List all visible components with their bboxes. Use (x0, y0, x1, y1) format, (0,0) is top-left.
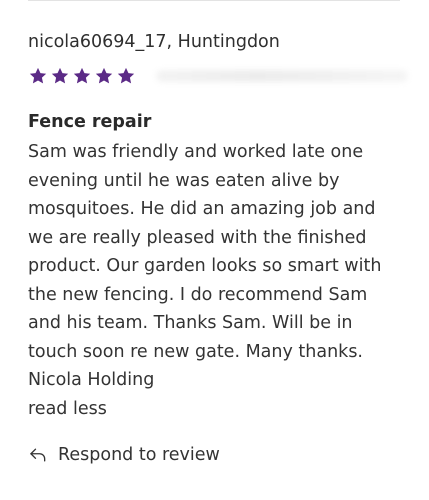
top-divider (28, 0, 400, 1)
reviewer-name-location: nicola60694_17, Huntingdon (28, 32, 280, 52)
respond-to-review-label: Respond to review (58, 445, 220, 465)
star-icon (51, 67, 69, 84)
star-icon (29, 67, 47, 84)
blurred-review-metadata (156, 70, 408, 82)
review-card: nicola60694_17, Huntingdon Fence repair … (28, 30, 408, 467)
reply-arrow-icon (30, 448, 46, 462)
read-less-link[interactable]: read less (28, 395, 107, 424)
rating-row (28, 64, 408, 88)
job-title: Fence repair (28, 112, 152, 132)
star-rating (28, 66, 136, 86)
star-icon (117, 67, 135, 84)
star-icon (95, 67, 113, 84)
star-icon (73, 67, 91, 84)
review-text: Sam was friendly and worked late one eve… (28, 142, 382, 390)
respond-to-review-button[interactable]: Respond to review (28, 443, 408, 467)
